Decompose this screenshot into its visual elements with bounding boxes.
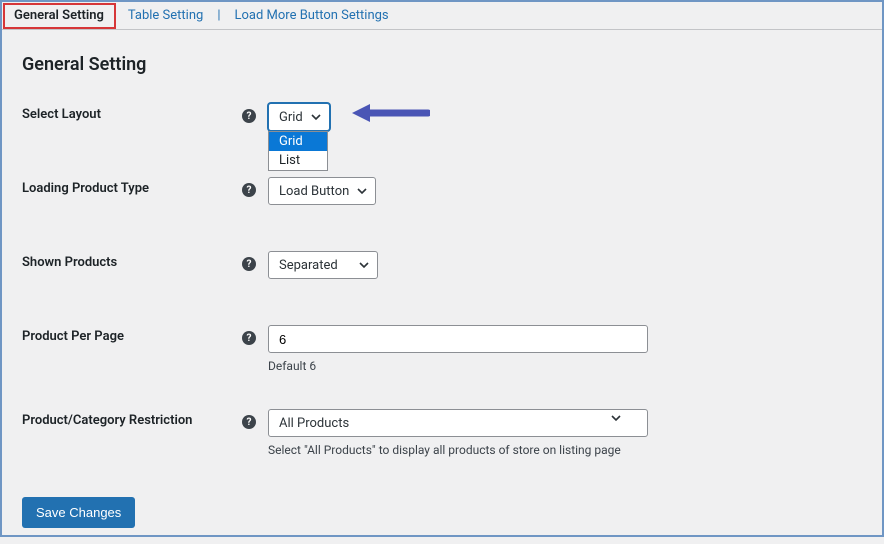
label-select-layout: Select Layout <box>22 103 242 122</box>
content-area: General Setting Select Layout ? Grid Gri… <box>2 30 882 544</box>
chevron-down-icon <box>611 413 621 423</box>
annotation-arrow-icon <box>350 99 430 131</box>
label-restriction: Product/Category Restriction <box>22 409 242 428</box>
tab-general-setting[interactable]: General Setting <box>2 2 116 29</box>
tab-separator: | <box>215 8 222 23</box>
chevron-down-icon <box>357 186 367 196</box>
select-shown-products-value: Separated <box>279 258 338 273</box>
row-loading-type: Loading Product Type ? Load Button <box>22 177 862 205</box>
select-layout-dropdown: Grid List <box>268 131 328 171</box>
help-icon[interactable]: ? <box>242 331 256 345</box>
tab-table-setting[interactable]: Table Setting <box>116 2 215 29</box>
input-per-page[interactable] <box>268 325 648 353</box>
label-per-page: Product Per Page <box>22 325 242 344</box>
select-restriction[interactable]: All Products <box>268 409 648 437</box>
hint-restriction: Select "All Products" to display all pro… <box>268 443 648 457</box>
row-restriction: Product/Category Restriction ? All Produ… <box>22 409 862 457</box>
select-shown-products[interactable]: Separated <box>268 251 378 279</box>
page-title: General Setting <box>22 54 862 75</box>
hint-per-page: Default 6 <box>268 359 648 373</box>
help-icon[interactable]: ? <box>242 183 256 197</box>
help-icon[interactable]: ? <box>242 109 256 123</box>
tab-bar: General Setting Table Setting | Load Mor… <box>2 2 882 30</box>
select-layout-value: Grid <box>279 110 303 125</box>
select-layout[interactable]: Grid <box>268 103 330 131</box>
save-changes-button[interactable]: Save Changes <box>22 497 135 528</box>
row-shown-products: Shown Products ? Separated <box>22 251 862 279</box>
chevron-down-icon <box>359 260 369 270</box>
settings-panel: General Setting Table Setting | Load Mor… <box>0 0 884 537</box>
option-grid[interactable]: Grid <box>269 132 327 151</box>
label-loading-type: Loading Product Type <box>22 177 242 196</box>
select-restriction-value: All Products <box>279 416 349 431</box>
help-icon[interactable]: ? <box>242 257 256 271</box>
select-loading-type-value: Load Button <box>279 184 349 199</box>
help-icon[interactable]: ? <box>242 415 256 429</box>
chevron-down-icon <box>311 112 321 122</box>
label-shown-products: Shown Products <box>22 251 242 270</box>
row-per-page: Product Per Page ? Default 6 <box>22 325 862 373</box>
row-select-layout: Select Layout ? Grid Grid List <box>22 103 862 131</box>
tab-load-more-settings[interactable]: Load More Button Settings <box>223 2 401 29</box>
option-list[interactable]: List <box>269 151 327 170</box>
select-loading-type[interactable]: Load Button <box>268 177 376 205</box>
